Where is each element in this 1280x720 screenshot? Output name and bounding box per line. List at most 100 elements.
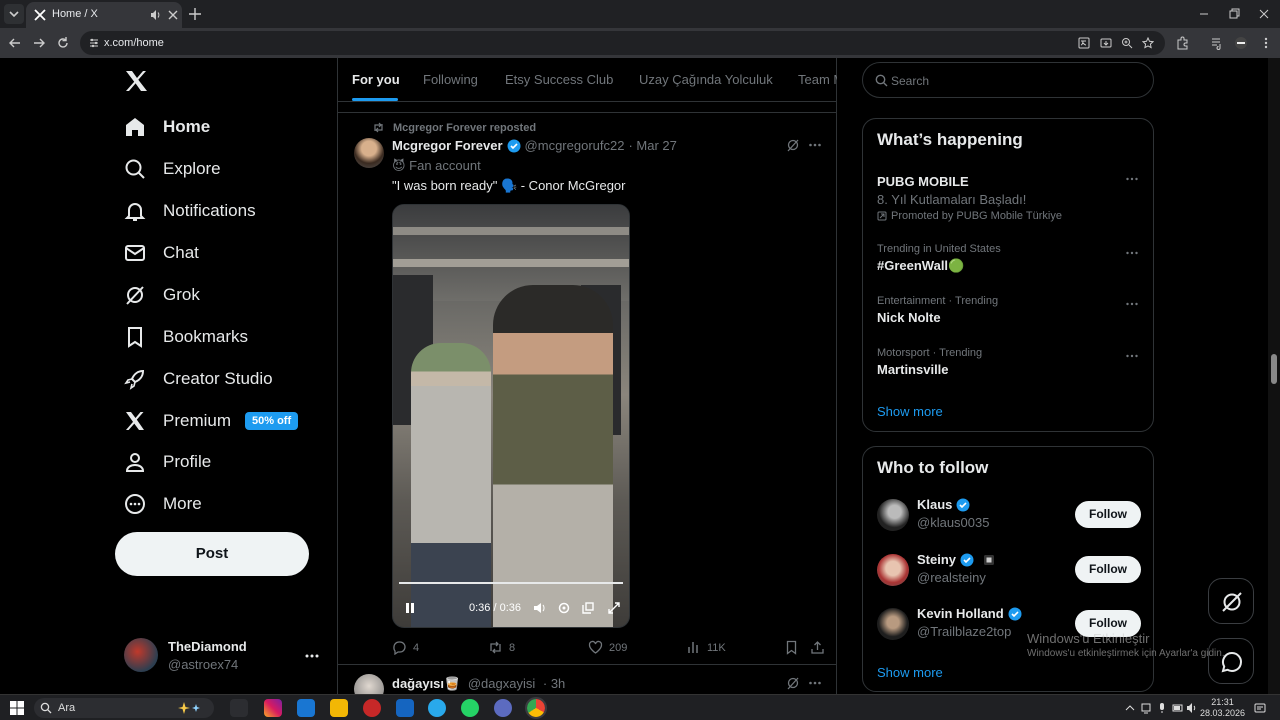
tab-close-icon[interactable] [167, 9, 179, 21]
telegram-icon[interactable] [428, 699, 446, 717]
nav-grok[interactable]: Grok [124, 277, 200, 313]
browser-tab-active[interactable]: Home / X [26, 2, 182, 28]
taskbar-search-input[interactable]: Ara [34, 698, 214, 718]
install-app-icon[interactable] [1100, 37, 1112, 49]
nav-notifications[interactable]: Notifications [124, 193, 256, 229]
site-info-icon[interactable] [88, 37, 100, 49]
messages-fab-button[interactable] [1208, 638, 1254, 684]
reload-icon[interactable] [56, 36, 70, 50]
taskbar-clock[interactable]: 21:31 28.03.2026 [1200, 697, 1245, 719]
tweet-author-name[interactable]: Mcgregor Forever [392, 138, 503, 153]
tweet-date[interactable]: · 3h [543, 676, 565, 691]
antivirus-icon[interactable] [363, 699, 381, 717]
kebab-menu-icon[interactable] [1259, 36, 1273, 50]
trend-item[interactable]: Motorsport · Trending Martinsville [877, 347, 1141, 377]
follow-suggestion[interactable]: Steiny @realsteiny Follow [877, 552, 1143, 592]
chrome-icon[interactable] [525, 697, 547, 719]
tab-etsy-success-club[interactable]: Etsy Success Club [505, 72, 613, 87]
show-more-link[interactable]: Show more [877, 404, 943, 419]
avatar[interactable] [354, 138, 384, 168]
media-control-icon[interactable] [1210, 36, 1224, 50]
tab-search-button[interactable] [4, 4, 24, 24]
scrollbar-thumb[interactable] [1271, 354, 1277, 384]
volume-icon[interactable] [1186, 702, 1198, 714]
nav-home[interactable]: Home [124, 109, 210, 145]
repost-indicator[interactable]: Mcgregor Forever reposted [372, 121, 536, 134]
post-button[interactable]: Post [115, 532, 309, 576]
tweet-author-name[interactable]: dağayısı🥃 [392, 676, 460, 691]
search-input[interactable]: Search [862, 62, 1154, 98]
avatar[interactable] [354, 674, 384, 694]
outlook-icon[interactable] [297, 699, 315, 717]
x-logo-icon[interactable] [124, 70, 148, 92]
network-icon[interactable] [1140, 702, 1152, 714]
trend-item[interactable]: Trending in United States #GreenWall🟢 [877, 243, 1141, 274]
fullscreen-icon[interactable] [607, 601, 621, 615]
tweet-author-handle[interactable]: @dagxayisi [468, 676, 535, 691]
store-app-icon[interactable] [396, 699, 414, 717]
like-button[interactable]: 209 [588, 640, 627, 655]
profile-avatar-icon[interactable] [1234, 36, 1248, 50]
file-explorer-icon[interactable] [330, 699, 348, 717]
address-bar[interactable]: x.com/home [80, 31, 1165, 55]
video-progress-bar[interactable] [399, 582, 623, 584]
share-icon[interactable] [810, 640, 825, 655]
reply-button[interactable]: 4 [392, 640, 419, 655]
follow-suggestion[interactable]: Klaus @klaus0035 Follow [877, 497, 1143, 537]
more-horizontal-icon[interactable] [1125, 349, 1139, 363]
windows-start-icon[interactable] [10, 701, 24, 715]
minimize-icon[interactable] [1197, 7, 1211, 21]
instagram-icon[interactable] [264, 699, 282, 717]
trend-item[interactable]: Entertainment · Trending Nick Nolte [877, 295, 1141, 325]
microphone-icon[interactable] [1156, 702, 1168, 714]
tab-team[interactable]: Team M [798, 72, 837, 87]
tab-for-you[interactable]: For you [352, 72, 400, 87]
more-horizontal-icon[interactable] [808, 676, 822, 690]
grok-icon[interactable] [786, 138, 800, 152]
tweet-author-handle[interactable]: @mcgregorufc22 [525, 138, 625, 153]
whatsapp-icon[interactable] [461, 699, 479, 717]
repost-button[interactable]: 8 [488, 640, 515, 655]
follow-button[interactable]: Follow [1075, 556, 1141, 583]
star-icon[interactable] [1142, 37, 1154, 49]
task-view-icon[interactable] [230, 699, 248, 717]
forward-arrow-icon[interactable] [32, 36, 46, 50]
bookmark-icon[interactable] [784, 640, 799, 655]
trend-item[interactable]: PUBG MOBILE 8. Yıl Kutlamaları Başladı! … [877, 171, 1141, 222]
more-horizontal-icon[interactable] [1125, 246, 1139, 260]
more-horizontal-icon[interactable] [1125, 297, 1139, 311]
more-horizontal-icon[interactable] [808, 138, 822, 152]
more-horizontal-icon[interactable] [1125, 172, 1139, 186]
tab-uzay-caginda-yolculuk[interactable]: Uzay Çağında Yolculuk [639, 72, 773, 87]
picture-in-picture-icon[interactable] [581, 601, 595, 615]
follow-button[interactable]: Follow [1075, 501, 1141, 528]
translate-icon[interactable] [1078, 37, 1090, 49]
pause-icon[interactable] [403, 601, 417, 615]
nav-chat[interactable]: Chat [124, 235, 199, 271]
close-window-icon[interactable] [1257, 7, 1271, 21]
tweet-date[interactable]: · Mar 27 [628, 138, 676, 153]
nav-creator-studio[interactable]: Creator Studio [124, 361, 273, 397]
back-arrow-icon[interactable] [8, 36, 22, 50]
speaker-icon[interactable] [150, 9, 162, 21]
new-tab-icon[interactable] [188, 7, 202, 21]
nav-explore[interactable]: Explore [124, 151, 221, 187]
restore-icon[interactable] [1227, 7, 1241, 21]
tweet-video[interactable]: 0:36 / 0:36 [392, 204, 630, 628]
more-horizontal-icon[interactable] [304, 648, 320, 664]
show-more-link[interactable]: Show more [877, 665, 943, 680]
tab-following[interactable]: Following [423, 72, 478, 87]
page-scrollbar[interactable] [1268, 58, 1280, 694]
nav-profile[interactable]: Profile [124, 444, 211, 480]
notification-center-icon[interactable] [1254, 702, 1266, 714]
grok-fab-button[interactable] [1208, 578, 1254, 624]
nav-premium[interactable]: Premium 50% off [124, 403, 299, 439]
views-button[interactable]: 11K [686, 640, 726, 655]
messenger-app-icon[interactable] [494, 699, 512, 717]
volume-icon[interactable] [533, 601, 547, 615]
chevron-up-icon[interactable] [1124, 702, 1136, 714]
battery-icon[interactable] [1172, 702, 1184, 714]
nav-more[interactable]: More [124, 486, 202, 522]
zoom-icon[interactable] [1121, 37, 1133, 49]
account-switcher[interactable]: TheDiamond @astroex74 [124, 636, 324, 676]
